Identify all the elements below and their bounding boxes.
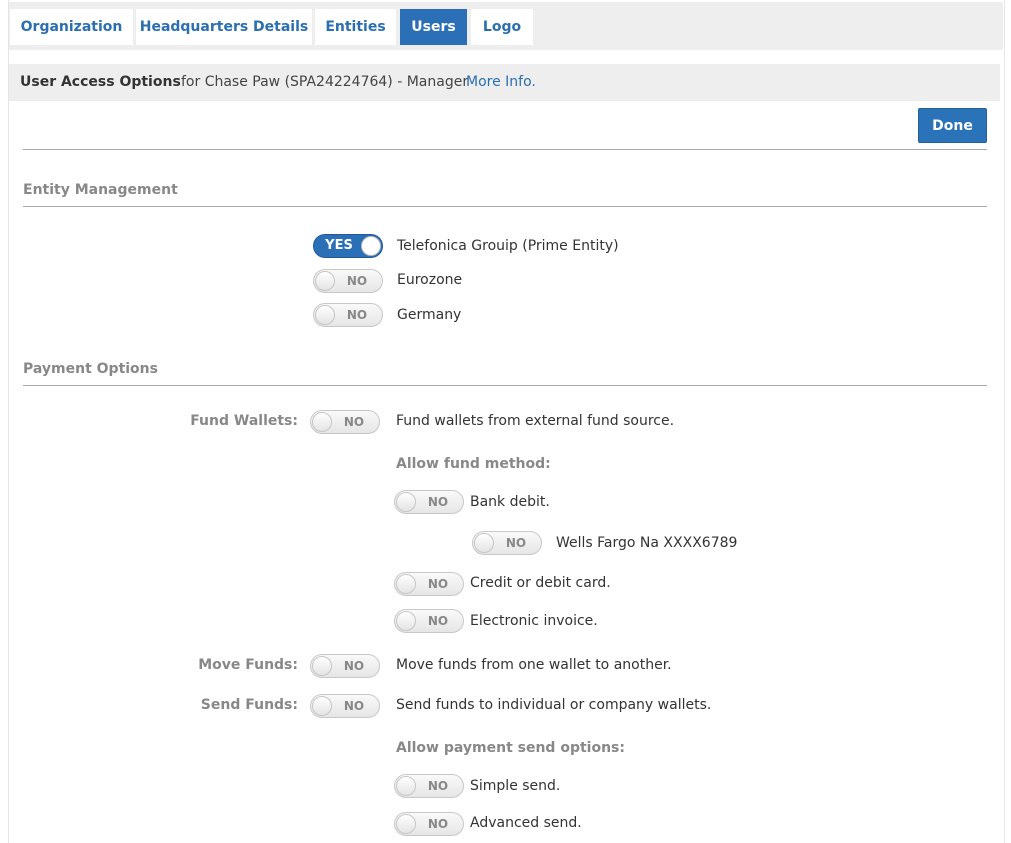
send-funds-description: Send funds to individual or company wall… <box>396 697 712 713</box>
move-funds-toggle[interactable]: NO <box>310 654 380 678</box>
toggle-state: NO <box>343 415 365 429</box>
fund-wallets-description: Fund wallets from external fund source. <box>396 413 675 429</box>
toggle-knob <box>396 574 416 594</box>
send-funds-toggle[interactable]: NO <box>310 694 380 718</box>
bank-account-toggle[interactable]: NO <box>472 531 542 555</box>
toggle-knob <box>396 776 416 796</box>
move-funds-label: Move Funds: <box>198 657 298 673</box>
advanced-send-label: Advanced send. <box>470 815 582 831</box>
header-subtitle: for Chase Paw (SPA24224764) - Manager <box>181 74 469 90</box>
card-toggle[interactable]: NO <box>394 572 464 596</box>
tab-users[interactable]: Users <box>400 9 467 45</box>
tab-bar: Organization Headquarters Details Entiti… <box>9 2 1003 50</box>
entity-label-germany: Germany <box>397 307 462 323</box>
fund-wallets-label: Fund Wallets: <box>190 413 298 429</box>
toggle-knob <box>315 305 335 325</box>
advanced-send-toggle[interactable]: NO <box>394 812 464 836</box>
entity-label-prime: Telefonica Grouip (Prime Entity) <box>397 238 619 254</box>
toggle-knob <box>361 236 381 256</box>
toggle-knob <box>315 271 335 291</box>
toggle-knob <box>474 533 494 553</box>
send-funds-label: Send Funds: <box>200 697 298 713</box>
more-info-link[interactable]: More Info. <box>466 64 536 101</box>
payment-options-divider <box>23 385 987 386</box>
entity-management-divider <box>23 206 987 207</box>
toggle-state: NO <box>346 274 368 288</box>
bank-debit-toggle[interactable]: NO <box>394 490 464 514</box>
toggle-knob <box>312 412 332 432</box>
user-access-header: User Access Options for Chase Paw (SPA24… <box>9 64 1000 101</box>
toggle-knob <box>396 492 416 512</box>
toggle-knob <box>312 656 332 676</box>
card-label: Credit or debit card. <box>470 575 611 591</box>
entity-toggle-prime[interactable]: YES <box>313 234 383 258</box>
toggle-state: NO <box>427 614 449 628</box>
header-divider <box>23 149 987 150</box>
move-funds-description: Move funds from one wallet to another. <box>396 657 672 673</box>
allow-send-options-label: Allow payment send options: <box>396 740 625 756</box>
fund-wallets-toggle[interactable]: NO <box>310 410 380 434</box>
tab-entities[interactable]: Entities <box>315 9 396 45</box>
toggle-state: NO <box>427 817 449 831</box>
payment-options-title: Payment Options <box>23 361 158 377</box>
toggle-knob <box>396 814 416 834</box>
invoice-label: Electronic invoice. <box>470 613 598 629</box>
toggle-knob <box>396 611 416 631</box>
toggle-state: NO <box>427 779 449 793</box>
tab-headquarters-details[interactable]: Headquarters Details <box>136 9 312 45</box>
entity-label-eurozone: Eurozone <box>397 272 463 288</box>
entity-toggle-eurozone[interactable]: NO <box>313 269 383 293</box>
simple-send-label: Simple send. <box>470 778 561 794</box>
invoice-toggle[interactable]: NO <box>394 609 464 633</box>
toggle-state: NO <box>343 659 365 673</box>
bank-debit-label: Bank debit. <box>470 494 550 510</box>
entity-management-title: Entity Management <box>23 182 178 198</box>
allow-fund-method-label: Allow fund method: <box>396 456 551 472</box>
tab-logo[interactable]: Logo <box>471 9 533 45</box>
bank-account-label: Wells Fargo Na XXXX6789 <box>556 535 738 551</box>
entity-toggle-germany[interactable]: NO <box>313 303 383 327</box>
toggle-knob <box>312 696 332 716</box>
toggle-state: NO <box>505 536 527 550</box>
toggle-state: NO <box>346 308 368 322</box>
done-button[interactable]: Done <box>918 108 987 143</box>
header-title: User Access Options <box>20 74 181 90</box>
simple-send-toggle[interactable]: NO <box>394 774 464 798</box>
toggle-state: NO <box>427 495 449 509</box>
tab-organization[interactable]: Organization <box>10 9 133 45</box>
toggle-state: NO <box>427 577 449 591</box>
toggle-state: YES <box>325 238 353 253</box>
toggle-state: NO <box>343 699 365 713</box>
